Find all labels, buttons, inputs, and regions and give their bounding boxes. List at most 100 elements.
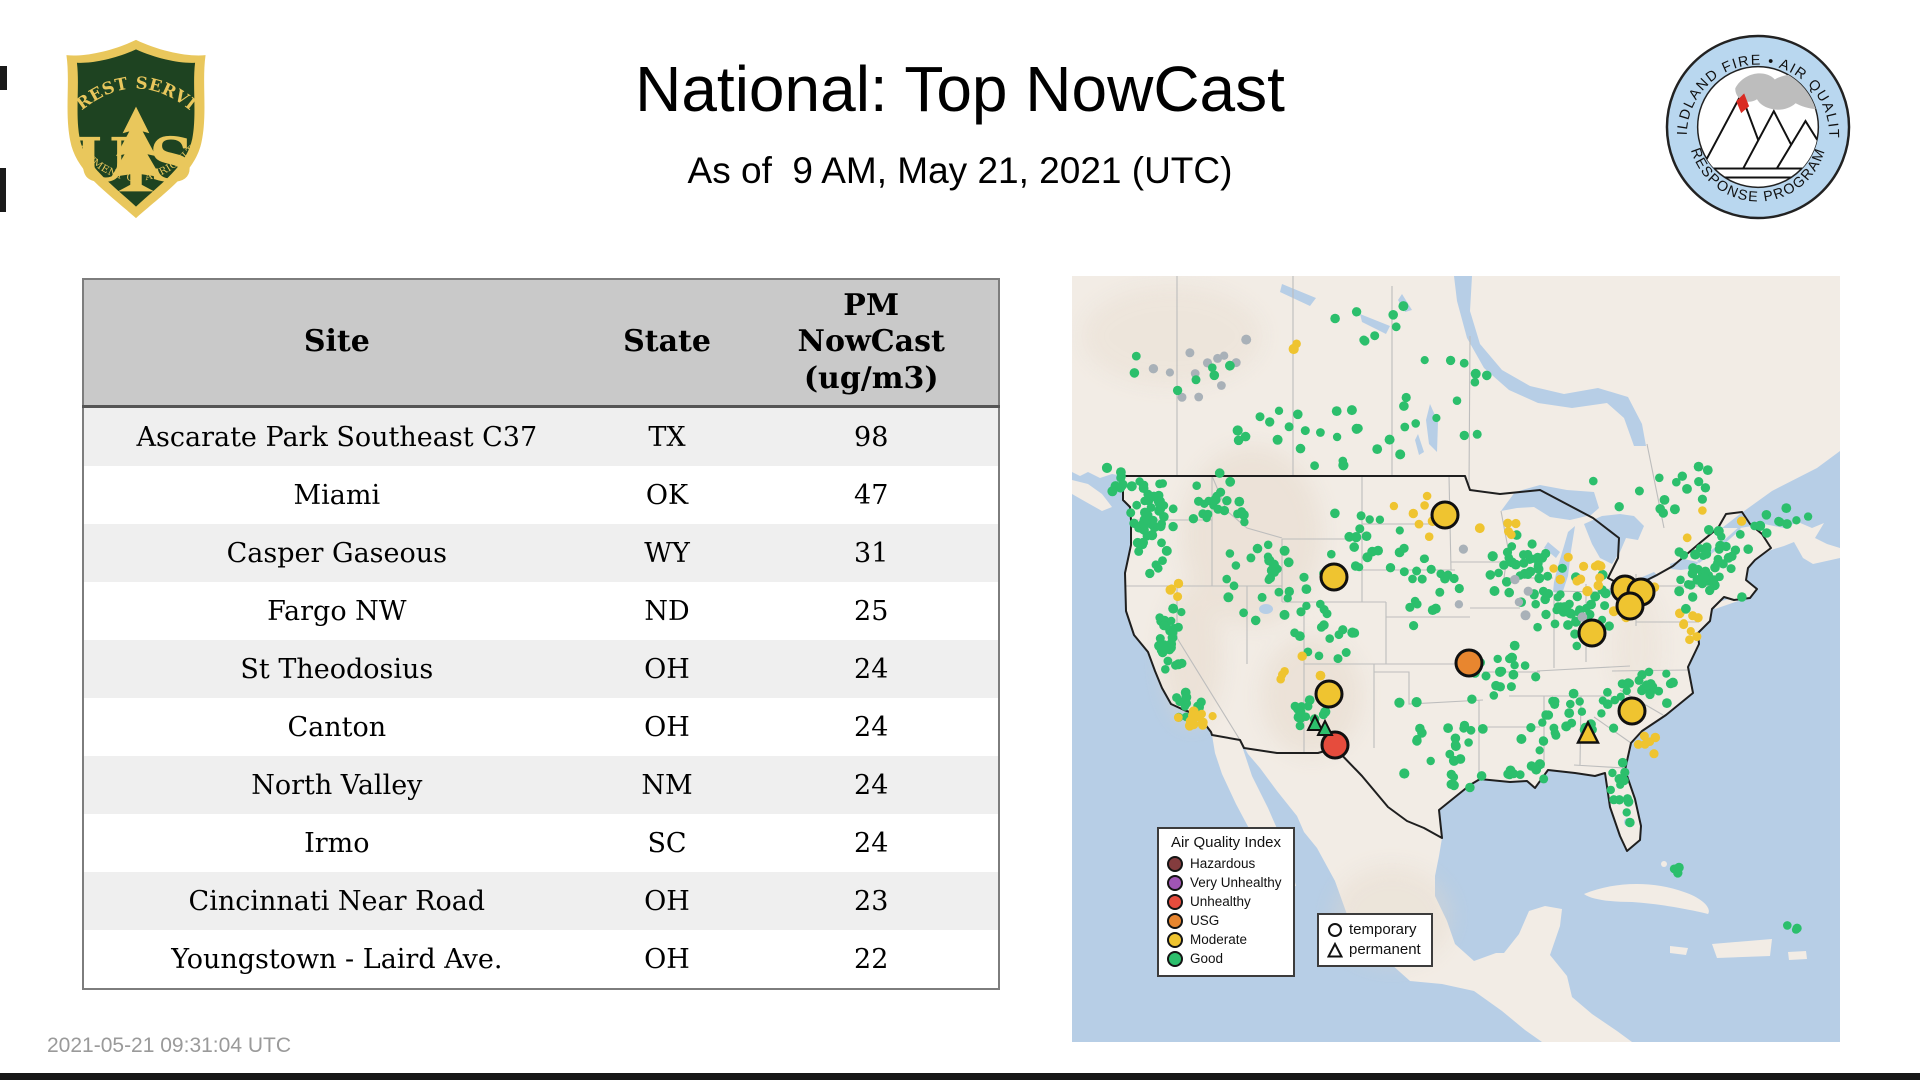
- monitor-dot: [1674, 862, 1684, 873]
- monitor-dot: [1550, 728, 1560, 738]
- monitor-dot: [1161, 665, 1170, 674]
- monitor-dot: [1229, 581, 1239, 591]
- aqi-color-swatch: [1167, 950, 1183, 967]
- monitor-dot: [1459, 430, 1469, 441]
- monitor-dot: [1192, 481, 1201, 490]
- monitor-dot: [1419, 554, 1429, 564]
- monitor-dot: [1501, 577, 1512, 587]
- site-cell: Youngstown - Laird Ave.: [171, 943, 503, 975]
- table-row: Youngstown - Laird Ave. OH 22: [83, 930, 999, 989]
- monitor-dot: [1135, 477, 1144, 486]
- monitor-dot: [1774, 516, 1784, 526]
- state-cell: OH: [644, 711, 690, 743]
- monitor-dot: [1534, 573, 1545, 584]
- monitor-dot: [1649, 749, 1659, 759]
- aqi-legend-label: Moderate: [1190, 931, 1248, 947]
- monitor-dot: [1346, 405, 1357, 416]
- monitor-dot: [1185, 348, 1195, 358]
- monitor-dot: [1523, 586, 1533, 596]
- bottom-bar: [0, 1073, 1920, 1080]
- legend-item-permanent: permanent: [1327, 941, 1421, 958]
- monitor-dot: [1538, 736, 1548, 745]
- monitor-dot: [1487, 551, 1498, 562]
- monitor-dot: [1470, 377, 1480, 387]
- monitor-dot: [1213, 504, 1223, 514]
- monitor-dot: [1726, 564, 1736, 574]
- monitor-dot: [1422, 491, 1432, 501]
- highlighted-monitor-circle: [1577, 618, 1607, 648]
- monitor-dot: [1191, 375, 1201, 385]
- monitor-dot: [1676, 575, 1685, 585]
- monitor-dot: [1494, 568, 1503, 578]
- monitor-dot: [1148, 515, 1158, 525]
- monitor-dot: [1173, 713, 1183, 722]
- monitor-dot: [1395, 449, 1406, 460]
- monitor-dot: [1485, 570, 1496, 580]
- monitor-dot: [1222, 496, 1232, 506]
- aqi-color-swatch: [1167, 874, 1183, 891]
- page: FOREST SERVICE DEPARTMENT OF AGRICULTURE…: [0, 0, 1920, 1080]
- monitor-dot: [1161, 545, 1172, 556]
- monitor-dot: [1389, 501, 1399, 511]
- aqi-legend-item: USG: [1167, 911, 1285, 930]
- monitor-dot: [1514, 597, 1524, 607]
- monitor-dot: [1697, 494, 1707, 504]
- table-row: Fargo NW ND 25: [83, 582, 999, 640]
- highlighted-monitor-circle: [1615, 591, 1645, 621]
- monitor-dot: [1687, 568, 1698, 579]
- aqi-legend-label: Hazardous: [1190, 855, 1256, 871]
- temporary-label: temporary: [1349, 921, 1417, 938]
- monitor-dot: [1330, 313, 1340, 324]
- monitor-dot: [1301, 584, 1312, 594]
- column-header-state: State: [589, 279, 745, 408]
- aqi-color-swatch: [1167, 931, 1183, 948]
- monitor-dot: [1217, 381, 1226, 390]
- monitor-dot: [1173, 659, 1184, 670]
- monitor-dot: [1466, 725, 1476, 735]
- monitor-dot: [1618, 775, 1629, 786]
- monitor-dot: [1803, 512, 1813, 521]
- value-cell: 25: [854, 595, 889, 627]
- monitor-dot: [1426, 756, 1435, 766]
- monitor-dot: [1622, 808, 1631, 817]
- monitor-dot: [1388, 310, 1398, 320]
- monitor-dot: [1132, 500, 1142, 510]
- monitor-dot: [1414, 519, 1424, 529]
- monitor-dot: [1579, 561, 1589, 571]
- monitor-dot: [1292, 704, 1303, 714]
- monitor-dot: [1507, 557, 1517, 568]
- monitor-dot: [1148, 364, 1159, 374]
- monitor-dot: [1714, 544, 1724, 554]
- state-cell: SC: [647, 827, 687, 859]
- monitor-dot: [1506, 530, 1516, 540]
- aqi-legend-item: Hazardous: [1167, 854, 1285, 873]
- value-cell: 31: [854, 537, 889, 569]
- monitor-dot: [1472, 429, 1482, 439]
- monitor-dot: [1451, 741, 1461, 752]
- monitor-dot: [1160, 644, 1170, 654]
- monitor-dot: [1519, 550, 1529, 560]
- monitor-dot: [1555, 574, 1565, 585]
- monitor-dot: [1225, 549, 1235, 558]
- aqi-legend-label: USG: [1190, 912, 1220, 928]
- monitor-dot: [1263, 552, 1273, 561]
- monitor-dot: [1299, 572, 1309, 582]
- monitor-dot: [1318, 710, 1328, 720]
- monitor-dot: [1506, 768, 1516, 778]
- monitor-dot: [1634, 675, 1644, 685]
- aqi-legend-item: Moderate: [1167, 930, 1285, 949]
- monitor-dot: [1362, 552, 1373, 563]
- monitor-dot: [1509, 640, 1520, 651]
- monitor-dot: [1181, 692, 1192, 703]
- monitor-dot: [1159, 501, 1169, 510]
- monitor-dot: [1375, 515, 1385, 524]
- monitor-dot: [1158, 479, 1167, 488]
- monitor-dot: [1617, 757, 1628, 768]
- highlighted-monitor-circle: [1454, 648, 1484, 678]
- monitor-dot: [1609, 723, 1619, 733]
- monitor-dot: [1372, 444, 1383, 454]
- monitor-dot: [1225, 360, 1235, 371]
- monitor-dot: [1634, 486, 1644, 496]
- monitor-dot: [1399, 543, 1409, 553]
- monitor-dot: [1138, 537, 1148, 548]
